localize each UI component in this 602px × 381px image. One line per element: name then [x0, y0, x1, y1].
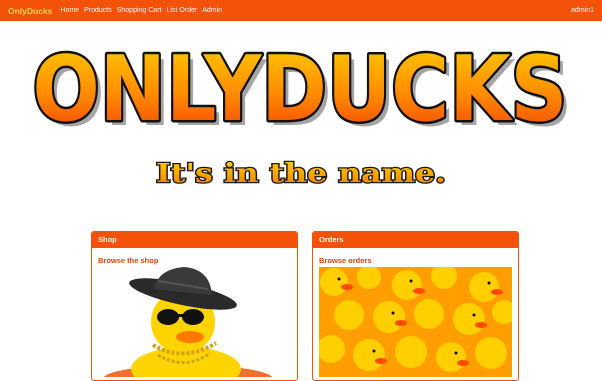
orders-card-header: Orders [313, 232, 518, 248]
nav-list-order[interactable]: List Order [166, 7, 197, 14]
current-user[interactable]: admin1 [571, 7, 594, 14]
top-navbar: OnlyDucks Home Products Shopping Cart Li… [0, 0, 602, 21]
hero-logo: ONLYDUCKS ONLYDUCKS [30, 35, 573, 146]
nav-home[interactable]: Home [60, 7, 79, 14]
browse-orders-link[interactable]: Browse orders [319, 256, 372, 265]
orders-card: Orders Browse orders [312, 231, 519, 381]
tagline-text: It's in the name. [156, 159, 446, 189]
nav-shopping-cart[interactable]: Shopping Cart [117, 7, 162, 14]
many-ducks-image[interactable] [319, 267, 512, 377]
shop-card: Shop Browse the shop [91, 231, 298, 381]
rubber-duck-image[interactable] [98, 267, 291, 377]
shop-card-header: Shop [92, 232, 297, 248]
tagline: It's in the name. [155, 158, 448, 191]
hero-logo-text: ONLYDUCKS [33, 37, 568, 142]
navbar-brand[interactable]: OnlyDucks [8, 6, 52, 16]
browse-shop-link[interactable]: Browse the shop [98, 256, 158, 265]
nav-products[interactable]: Products [84, 7, 112, 14]
nav-admin[interactable]: Admin [202, 7, 222, 14]
